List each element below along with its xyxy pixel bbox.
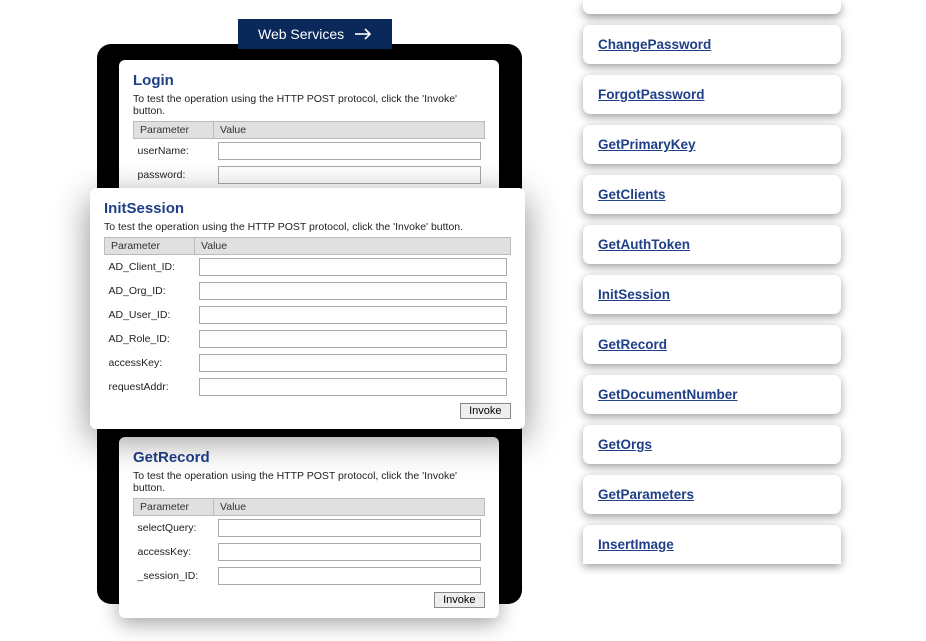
service-item[interactable]: GetClients — [583, 175, 841, 214]
param-header: Parameter Value — [105, 238, 511, 255]
service-link[interactable]: GetAuthToken — [598, 237, 690, 252]
param-row: userName: — [134, 139, 485, 164]
param-label: selectQuery: — [134, 516, 214, 541]
accesskey-field[interactable] — [199, 354, 507, 372]
header-pill: Web Services — [238, 19, 392, 49]
param-label: userName: — [134, 139, 214, 164]
service-link[interactable]: GetParameters — [598, 487, 694, 502]
param-label: _session_ID: — [134, 564, 214, 588]
service-item[interactable]: InitSession — [583, 275, 841, 314]
invoke-button[interactable]: Invoke — [460, 403, 510, 419]
param-row: requestAddr: — [105, 375, 511, 399]
service-item[interactable]: GetAuthToken — [583, 225, 841, 264]
service-item[interactable]: ForgotPassword — [583, 75, 841, 114]
service-link[interactable]: InitSession — [598, 287, 670, 302]
card-title: Login — [133, 72, 485, 89]
param-row: _session_ID: — [134, 564, 485, 588]
col-value: Value — [214, 122, 485, 139]
service-link[interactable]: GetPrimaryKey — [598, 137, 696, 152]
param-header: Parameter Value — [134, 499, 485, 516]
ad-org-id-field[interactable] — [199, 282, 507, 300]
param-row: selectQuery: — [134, 516, 485, 541]
service-item[interactable]: GetParameters — [583, 475, 841, 514]
param-row: AD_Org_ID: — [105, 279, 511, 303]
col-value: Value — [214, 499, 485, 516]
param-label: requestAddr: — [105, 375, 195, 399]
service-item[interactable]: GetDocumentNumber — [583, 375, 841, 414]
service-item[interactable]: GetOrgs — [583, 425, 841, 464]
ad-role-id-field[interactable] — [199, 330, 507, 348]
param-table: Parameter Value selectQuery: accessKey: … — [133, 498, 485, 608]
card-title: GetRecord — [133, 449, 485, 466]
password-field[interactable] — [218, 166, 481, 184]
session-id-field[interactable] — [218, 567, 481, 585]
param-row: AD_Client_ID: — [105, 255, 511, 280]
service-item[interactable]: InsertImage — [583, 525, 841, 564]
col-parameter: Parameter — [134, 122, 214, 139]
param-row: accessKey: — [105, 351, 511, 375]
service-item[interactable]: GetPrimaryKey — [583, 125, 841, 164]
service-item[interactable]: GetRecord — [583, 325, 841, 364]
param-label: AD_Role_ID: — [105, 327, 195, 351]
service-link[interactable]: GetClients — [598, 187, 666, 202]
param-label: accessKey: — [134, 540, 214, 564]
service-link[interactable]: ChangePassword — [598, 37, 711, 52]
requestaddr-field[interactable] — [199, 378, 507, 396]
card-desc: To test the operation using the HTTP POS… — [133, 470, 485, 494]
arrow-right-icon — [354, 28, 372, 40]
col-parameter: Parameter — [134, 499, 214, 516]
invoke-row: Invoke — [105, 399, 511, 419]
ad-client-id-field[interactable] — [199, 258, 507, 276]
service-link[interactable]: GetOrgs — [598, 437, 652, 452]
service-item[interactable]: ChangePassword — [583, 25, 841, 64]
api-card-getrecord: GetRecord To test the operation using th… — [119, 437, 499, 618]
param-label: AD_User_ID: — [105, 303, 195, 327]
card-desc: To test the operation using the HTTP POS… — [104, 221, 511, 233]
param-label: accessKey: — [105, 351, 195, 375]
param-row: AD_User_ID: — [105, 303, 511, 327]
param-row: password: — [134, 163, 485, 187]
header-label: Web Services — [258, 26, 344, 42]
service-link[interactable]: ForgotPassword — [598, 87, 705, 102]
param-table: Parameter Value AD_Client_ID: AD_Org_ID:… — [104, 237, 511, 419]
ad-user-id-field[interactable] — [199, 306, 507, 324]
col-value: Value — [195, 238, 511, 255]
param-row: accessKey: — [134, 540, 485, 564]
param-label: AD_Client_ID: — [105, 255, 195, 280]
param-label: AD_Org_ID: — [105, 279, 195, 303]
service-link[interactable]: InsertImage — [598, 537, 674, 552]
param-label: password: — [134, 163, 214, 187]
username-field[interactable] — [218, 142, 481, 160]
service-item-partial — [583, 0, 841, 14]
card-title: InitSession — [104, 200, 511, 217]
invoke-row: Invoke — [134, 588, 485, 608]
service-link[interactable]: GetDocumentNumber — [598, 387, 738, 402]
invoke-button[interactable]: Invoke — [434, 592, 484, 608]
card-desc: To test the operation using the HTTP POS… — [133, 93, 485, 117]
api-card-initsession: InitSession To test the operation using … — [90, 188, 525, 429]
services-column: ChangePassword ForgotPassword GetPrimary… — [583, 0, 841, 641]
left-panel: Web Services Login To test the operation… — [0, 0, 565, 641]
accesskey-field[interactable] — [218, 543, 481, 561]
service-link[interactable]: GetRecord — [598, 337, 667, 352]
param-header: Parameter Value — [134, 122, 485, 139]
selectquery-field[interactable] — [218, 519, 481, 537]
col-parameter: Parameter — [105, 238, 195, 255]
param-row: AD_Role_ID: — [105, 327, 511, 351]
